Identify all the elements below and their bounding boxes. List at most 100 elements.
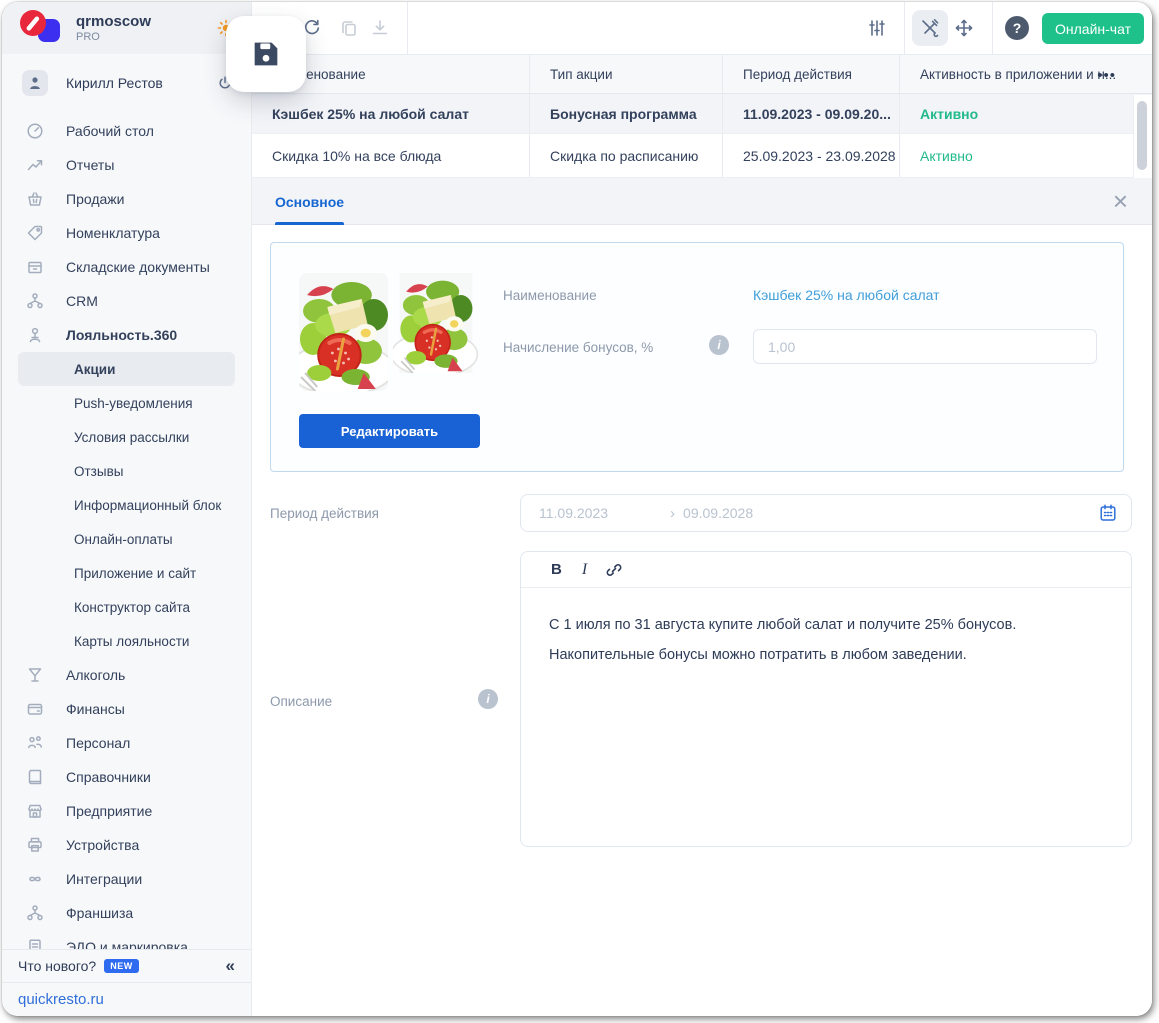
copy-icon[interactable]: [339, 18, 359, 38]
sidebar-item-dashboard[interactable]: Рабочий стол: [2, 114, 251, 148]
column-header-period[interactable]: Период действия: [723, 55, 900, 93]
column-settings-kebab-icon[interactable]: •••: [1097, 55, 1116, 95]
promo-name-value[interactable]: Кэшбек 25% на любой салат: [753, 287, 940, 303]
tools-icon: [920, 18, 940, 38]
sidebar-item-devices[interactable]: Устройства: [2, 828, 251, 862]
italic-icon[interactable]: I: [582, 561, 587, 579]
sidebar-item-franchise[interactable]: Франшиза: [2, 896, 251, 930]
sidebar-item-label: Интеграции: [66, 871, 143, 887]
sidebar-item-label: Акции: [74, 361, 116, 377]
help-button[interactable]: ?: [1005, 16, 1029, 40]
sidebar-item-label: Продажи: [66, 191, 125, 207]
filters-sliders-icon[interactable]: [867, 18, 887, 38]
table-row[interactable]: Скидка 10% на все блюда Скидка по распис…: [252, 134, 1152, 178]
toolbar-divider: [904, 2, 905, 54]
brand-plan: PRO: [76, 31, 100, 43]
sidebar-item-finance[interactable]: Финансы: [2, 692, 251, 726]
user-row[interactable]: Кирилл Рестов: [2, 60, 251, 106]
bonus-percent-input[interactable]: [753, 329, 1097, 364]
tab-main[interactable]: Основное: [275, 178, 345, 225]
promo-summary-card: Наименование Кэшбек 25% на любой салат Н…: [270, 242, 1124, 472]
sidebar-item-label: Приложение и сайт: [74, 565, 197, 581]
logo-row: qrmoscow PRO: [2, 2, 251, 54]
description-label: Описание: [270, 694, 333, 709]
save-button[interactable]: [226, 16, 306, 92]
promo-photo-small[interactable]: [393, 273, 479, 373]
description-info-icon[interactable]: i: [478, 689, 498, 709]
description-editor: B I С 1 июля по 31 августа купите любой …: [520, 551, 1132, 847]
sidebar-item-loyalty-cards[interactable]: Карты лояльности: [18, 624, 235, 658]
cell-period: 25.09.2023 - 23.09.2028: [723, 134, 900, 177]
table-scrollbar-thumb[interactable]: [1137, 101, 1147, 170]
table-header: Наименование Тип акции Период действия А…: [252, 54, 1152, 94]
status-badge: Активно: [920, 105, 979, 122]
move-icon[interactable]: [954, 18, 974, 38]
sidebar-item-directories[interactable]: Справочники: [2, 760, 251, 794]
sidebar-item-enterprise[interactable]: Предприятие: [2, 794, 251, 828]
sidebar-item-warehouse-docs[interactable]: Складские документы: [2, 250, 251, 284]
sidebar-item-crm[interactable]: CRM: [2, 284, 251, 318]
site-row: quickresto.ru: [2, 982, 251, 1016]
sidebar-item-site-builder[interactable]: Конструктор сайта: [18, 590, 235, 624]
name-label: Наименование: [503, 288, 597, 303]
period-end-value[interactable]: 09.09.2028: [683, 505, 753, 521]
period-range-input[interactable]: 11.09.2023 › 09.09.2028: [520, 494, 1132, 532]
sidebar-item-promotions[interactable]: Акции: [18, 352, 235, 386]
sidebar-item-alcohol[interactable]: Алкоголь: [2, 658, 251, 692]
sidebar-item-reports[interactable]: Отчеты: [2, 148, 251, 182]
online-chat-button[interactable]: Онлайн-чат: [1042, 13, 1144, 44]
sidebar-item-label: Условия рассылки: [74, 429, 190, 445]
sidebar-item-reviews[interactable]: Отзывы: [18, 454, 235, 488]
editor-toolbar: B I: [521, 552, 1131, 588]
sidebar-item-integrations[interactable]: Интеграции: [2, 862, 251, 896]
bonus-info-icon[interactable]: i: [709, 335, 729, 355]
avatar: [22, 70, 48, 96]
question-icon: ?: [1012, 20, 1022, 36]
collapse-sidebar-icon[interactable]: «: [226, 956, 235, 976]
calendar-icon[interactable]: [1098, 503, 1118, 523]
sidebar-item-label: Финансы: [66, 701, 125, 717]
tools-toggle-button[interactable]: [912, 10, 948, 46]
panel-tabbar: Основное ×: [252, 178, 1152, 225]
person-icon: [26, 74, 44, 92]
link-icon[interactable]: [605, 561, 623, 579]
sidebar-item-mailing-terms[interactable]: Условия рассылки: [18, 420, 235, 454]
sidebar-item-info-block[interactable]: Информационный блок: [18, 488, 235, 522]
bold-icon[interactable]: B: [551, 561, 562, 578]
quickresto-link[interactable]: quickresto.ru: [18, 991, 104, 1008]
sidebar-item-label: ЭДО и маркировка: [66, 939, 188, 949]
app-window: qrmoscow PRO Кирилл Рестов Рабочий стол …: [2, 2, 1152, 1016]
sidebar-item-loyalty360[interactable]: Лояльность.360: [2, 318, 251, 352]
sidebar-footer: Что нового? NEW « quickresto.ru: [2, 949, 251, 1016]
sidebar-item-label: Франшиза: [66, 905, 134, 921]
sidebar-item-push-notifications[interactable]: Push-уведомления: [18, 386, 235, 420]
user-name: Кирилл Рестов: [66, 75, 163, 91]
promo-photo-large[interactable]: [299, 273, 388, 391]
period-label: Период действия: [270, 506, 379, 521]
close-panel-icon[interactable]: ×: [1113, 186, 1128, 216]
download-icon[interactable]: [370, 18, 390, 38]
sidebar-item-staff[interactable]: Персонал: [2, 726, 251, 760]
sidebar-item-label: Отчеты: [66, 157, 115, 173]
sidebar-item-app-and-site[interactable]: Приложение и сайт: [18, 556, 235, 590]
new-badge: NEW: [104, 959, 139, 973]
panel-content: Наименование Кэшбек 25% на любой салат Н…: [252, 225, 1152, 1016]
sidebar-item-label: Отзывы: [74, 463, 124, 479]
edit-button[interactable]: Редактировать: [299, 414, 480, 448]
period-start-value[interactable]: 11.09.2023: [539, 505, 608, 521]
sidebar-item-label: Лояльность.360: [66, 327, 178, 343]
toolbar-divider: [992, 2, 993, 54]
description-textarea[interactable]: С 1 июля по 31 августа купите любой сала…: [521, 588, 1131, 670]
main-area: ? Онлайн-чат Наименование Тип акции Пери…: [252, 2, 1152, 1016]
column-header-type[interactable]: Тип акции: [530, 55, 723, 93]
cell-name: Скидка 10% на все блюда: [252, 134, 530, 177]
sidebar-item-sales[interactable]: Продажи: [2, 182, 251, 216]
sidebar-item-nomenclature[interactable]: Номенклатура: [2, 216, 251, 250]
sidebar-item-edo-marking[interactable]: ЭДО и маркировка: [2, 930, 251, 949]
sidebar-item-online-payments[interactable]: Онлайн-оплаты: [18, 522, 235, 556]
sidebar-item-label: Онлайн-оплаты: [74, 531, 173, 547]
toolbar-divider: [407, 2, 408, 54]
whats-new-row[interactable]: Что нового? NEW «: [2, 949, 251, 982]
table-row[interactable]: Кэшбек 25% на любой салат Бонусная прогр…: [252, 94, 1152, 134]
table-scrollbar-track[interactable]: [1133, 95, 1152, 178]
